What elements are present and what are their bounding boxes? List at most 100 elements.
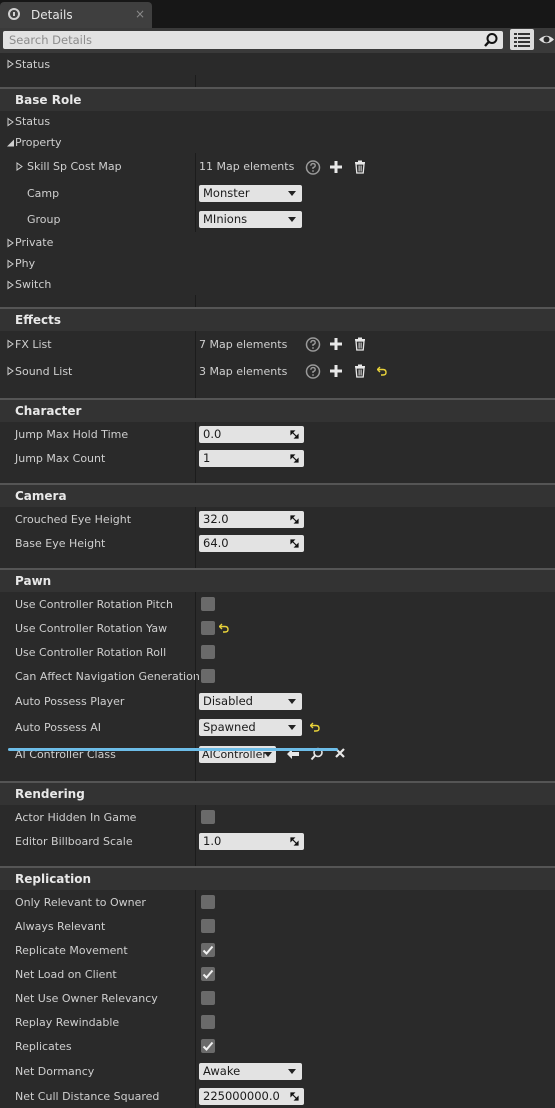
expand-arrow-icon[interactable] — [6, 259, 15, 268]
net-cull-distance-input[interactable]: 225000000.0 — [199, 1087, 304, 1105]
checkbox-unchecked[interactable] — [201, 669, 215, 683]
auto-possess-player-row: Auto Possess Player Disabled — [0, 688, 555, 714]
auto-possess-player-combo[interactable]: Disabled — [199, 692, 302, 710]
input-value: 64.0 — [203, 535, 229, 550]
base-eye-height-input[interactable]: 64.0 — [199, 534, 304, 552]
drag-handle-icon[interactable] — [290, 836, 299, 846]
property-label: Camp — [27, 186, 60, 200]
drag-handle-icon[interactable] — [290, 514, 299, 524]
add-element-icon[interactable] — [325, 336, 349, 352]
combo-value: Spawned — [203, 719, 256, 734]
tab-details[interactable]: Details × — [0, 2, 152, 28]
checkbox-unchecked[interactable] — [201, 810, 215, 824]
checkbox-unchecked[interactable] — [201, 895, 215, 909]
spacer — [0, 295, 555, 307]
drag-handle-icon[interactable] — [290, 429, 299, 439]
property-label: Net Load on Client — [15, 967, 117, 981]
property-label: Net Dormancy — [15, 1064, 95, 1078]
category-replication[interactable]: Replication — [0, 866, 555, 890]
checkbox-checked[interactable] — [201, 943, 215, 957]
jump-max-hold-time-input[interactable]: 0.0 — [199, 425, 304, 443]
jump-max-hold-time-row: Jump Max Hold Time 0.0 — [0, 422, 555, 446]
camp-combo[interactable]: Monster — [199, 184, 302, 202]
search-icon[interactable] — [483, 32, 499, 48]
checkbox-unchecked[interactable] — [201, 1015, 215, 1029]
checkbox-unchecked[interactable] — [201, 597, 215, 611]
chevron-down-icon — [264, 751, 272, 757]
category-effects[interactable]: Effects — [0, 307, 555, 331]
property-label: Use Controller Rotation Yaw — [15, 621, 168, 635]
drag-handle-icon[interactable] — [290, 453, 299, 463]
checkbox-checked[interactable] — [201, 967, 215, 981]
property-group[interactable]: Property — [0, 132, 555, 153]
expand-arrow-icon[interactable] — [6, 59, 15, 69]
net-dormancy-combo[interactable]: Awake — [199, 1062, 302, 1080]
drag-handle-icon[interactable] — [290, 538, 299, 548]
status-group[interactable]: Status — [0, 53, 555, 75]
view-options-button[interactable] — [510, 29, 534, 50]
reset-to-default-icon[interactable] — [377, 364, 391, 378]
property-label: Replay Rewindable — [15, 1015, 120, 1029]
expand-arrow-icon[interactable] — [6, 366, 15, 376]
checkbox-unchecked[interactable] — [201, 645, 215, 659]
help-icon[interactable] — [301, 336, 325, 352]
check-icon — [202, 945, 214, 955]
private-group[interactable]: Private — [0, 232, 555, 253]
trash-icon[interactable] — [349, 336, 373, 352]
checkbox-unchecked[interactable] — [201, 919, 215, 933]
chevron-down-icon — [288, 216, 296, 222]
help-icon[interactable] — [301, 159, 325, 175]
category-title: Rendering — [15, 787, 85, 801]
replay-rewindable-row: Replay Rewindable — [0, 1010, 555, 1034]
category-title: Base Role — [15, 93, 82, 107]
checkbox-unchecked[interactable] — [201, 991, 215, 1005]
always-relevant-row: Always Relevant — [0, 914, 555, 938]
switch-group[interactable]: Switch — [0, 274, 555, 295]
skill-sp-cost-map-row: Skill Sp Cost Map 11 Map elements — [0, 153, 555, 180]
tab-close-icon[interactable]: × — [135, 7, 145, 21]
add-element-icon[interactable] — [325, 159, 349, 175]
trash-icon[interactable] — [349, 159, 373, 175]
collapse-arrow-icon[interactable] — [6, 138, 15, 147]
use-controller-rotation-roll-row: Use Controller Rotation Roll — [0, 640, 555, 664]
expand-arrow-icon[interactable] — [6, 238, 15, 247]
eye-icon[interactable] — [538, 31, 555, 48]
expand-arrow-icon[interactable] — [6, 117, 15, 126]
category-base-role[interactable]: Base Role — [0, 87, 555, 111]
group-combo[interactable]: MInions — [199, 210, 302, 228]
check-icon — [202, 969, 214, 979]
expand-arrow-icon[interactable] — [15, 162, 24, 171]
expand-arrow-icon[interactable] — [6, 339, 15, 349]
category-rendering[interactable]: Rendering — [0, 781, 555, 805]
property-label: AI Controller Class — [15, 747, 116, 761]
category-camera[interactable]: Camera — [0, 483, 555, 507]
category-title: Camera — [15, 489, 67, 503]
category-character[interactable]: Character — [0, 398, 555, 422]
jump-max-count-input[interactable]: 1 — [199, 449, 304, 467]
category-pawn[interactable]: Pawn — [0, 568, 555, 592]
expand-arrow-icon[interactable] — [6, 280, 15, 289]
reset-to-default-icon[interactable] — [310, 720, 324, 734]
reset-to-default-icon[interactable] — [219, 621, 233, 635]
crouched-eye-height-input[interactable]: 32.0 — [199, 510, 304, 528]
add-element-icon[interactable] — [325, 363, 349, 379]
phy-group[interactable]: Phy — [0, 253, 555, 274]
editor-billboard-scale-row: Editor Billboard Scale 1.0 — [0, 829, 555, 853]
trash-icon[interactable] — [349, 363, 373, 379]
help-icon[interactable] — [301, 363, 325, 379]
property-label: Actor Hidden In Game — [15, 810, 137, 824]
property-value: 11 Map elements — [199, 153, 373, 180]
search-input[interactable] — [3, 31, 503, 49]
checkbox-checked[interactable] — [201, 1039, 215, 1053]
editor-billboard-scale-input[interactable]: 1.0 — [199, 832, 304, 850]
spacer — [0, 470, 555, 483]
drag-handle-icon[interactable] — [290, 1091, 299, 1101]
property-label: Crouched Eye Height — [15, 512, 132, 526]
checkbox-unchecked[interactable] — [201, 621, 215, 635]
only-relevant-to-owner-row: Only Relevant to Owner — [0, 890, 555, 914]
base-role-status-group[interactable]: Status — [0, 111, 555, 132]
auto-possess-ai-combo[interactable]: Spawned — [199, 718, 302, 736]
ai-controller-class-row: AI Controller Class AIController — [0, 740, 555, 768]
group-label: Property — [15, 136, 62, 149]
property-label: Use Controller Rotation Roll — [15, 645, 167, 659]
